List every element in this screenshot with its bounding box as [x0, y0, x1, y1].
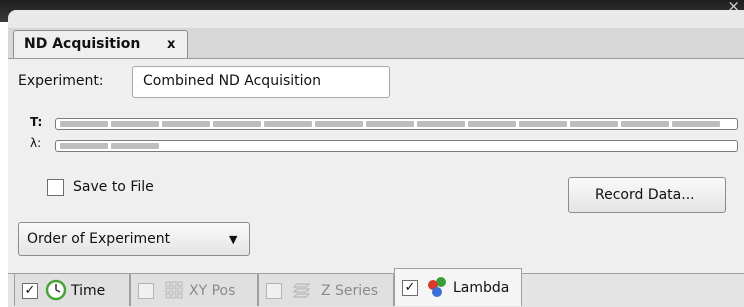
save-to-file-label: Save to File [73, 179, 154, 195]
xy-pos-enable-checkbox[interactable] [138, 283, 154, 299]
t-timeline-segment[interactable] [60, 121, 108, 127]
grid-icon [165, 281, 183, 303]
lambda-enable-checkbox[interactable]: ✓ [402, 280, 418, 296]
t-timeline-segment[interactable] [519, 121, 567, 127]
order-of-experiment-dropdown[interactable]: Order of Experiment ▼ [18, 222, 250, 256]
tab-z-series[interactable]: Z Series [258, 273, 394, 306]
experiment-name-field[interactable]: Combined ND Acquisition [132, 66, 390, 98]
experiment-label: Experiment: [18, 73, 104, 89]
t-timeline-segment[interactable] [111, 121, 159, 127]
lambda-timeline-bar[interactable] [55, 140, 738, 152]
t-timeline-segment[interactable] [315, 121, 363, 127]
t-timeline-segment[interactable] [162, 121, 210, 127]
save-to-file-checkbox[interactable] [47, 179, 64, 196]
time-enable-checkbox[interactable]: ✓ [22, 283, 38, 299]
color-dots-icon [425, 275, 449, 303]
t-timeline-segment[interactable] [213, 121, 261, 127]
tab-lambda[interactable]: ✓ Lambda [394, 268, 522, 306]
tab-nd-acquisition[interactable]: ND Acquisition x [13, 30, 188, 58]
lambda-timeline-segment[interactable] [111, 143, 159, 149]
t-timeline-label: T: [30, 115, 43, 129]
lambda-timeline-label: λ: [30, 136, 42, 150]
clock-icon [45, 279, 67, 305]
tab-lambda-label: Lambda [453, 280, 510, 296]
record-data-label: Record Data... [595, 187, 695, 203]
tab-title: ND Acquisition [24, 36, 141, 52]
t-timeline-segment[interactable] [366, 121, 414, 127]
t-timeline-segment[interactable] [264, 121, 312, 127]
record-data-button[interactable]: Record Data... [568, 177, 726, 213]
t-timeline-segment[interactable] [468, 121, 516, 127]
z-series-enable-checkbox[interactable] [266, 283, 282, 299]
tab-close-icon[interactable]: x [167, 37, 175, 52]
tab-xy-pos[interactable]: XY Pos [130, 273, 258, 306]
lambda-timeline-segment[interactable] [60, 143, 108, 149]
t-timeline-segment[interactable] [621, 121, 669, 127]
tab-time-label: Time [71, 283, 106, 299]
t-timeline-segment[interactable] [672, 121, 720, 127]
chevron-down-icon: ▼ [229, 233, 238, 246]
tab-z-series-label: Z Series [321, 283, 379, 299]
t-timeline-segment[interactable] [570, 121, 618, 127]
t-timeline-segment[interactable] [417, 121, 465, 127]
tab-time[interactable]: ✓ Time [14, 273, 130, 306]
layers-icon [292, 280, 313, 304]
tab-xy-pos-label: XY Pos [189, 283, 236, 299]
order-dropdown-value: Order of Experiment [27, 231, 171, 247]
t-timeline-bar[interactable] [55, 118, 738, 130]
